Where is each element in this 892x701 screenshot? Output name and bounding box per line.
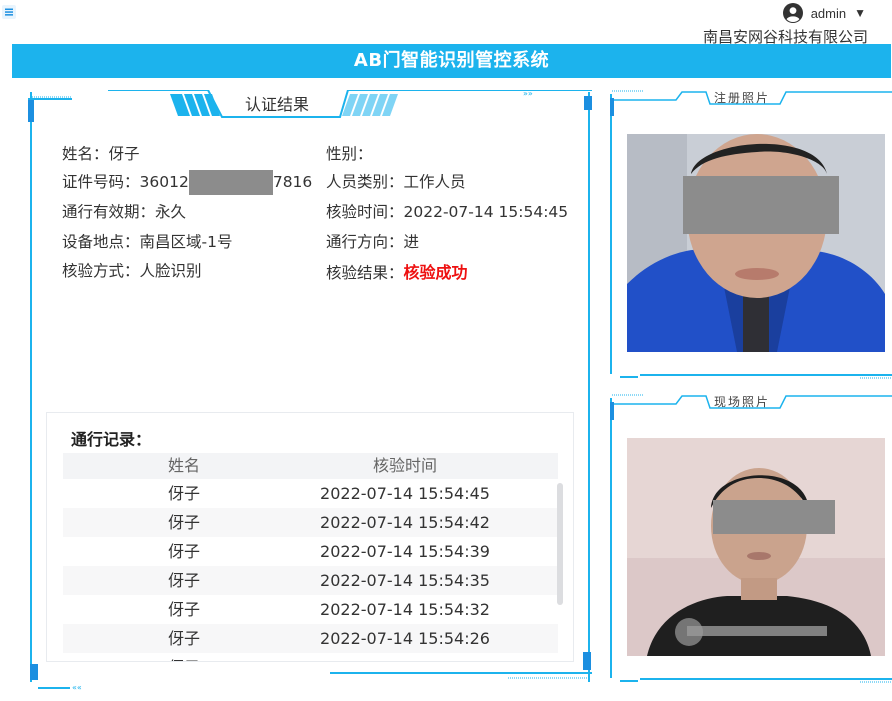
field-label: 人员类别：	[326, 173, 404, 191]
result-panel: »» «« 认证结果 姓名：伢子 性别： 证件号码：36012 7816 人员类别…	[28, 90, 592, 690]
user-menu[interactable]: admin ▼	[782, 3, 866, 23]
verify-method-field: 核验方式：人脸识别	[62, 259, 202, 281]
passage-records: 通行记录： 姓名 核验时间 伢子 2022-07-14 15:54:45 伢子 …	[46, 412, 574, 662]
validity-field: 通行有效期：永久	[62, 200, 186, 222]
field-value: 南昌区域-1号	[139, 233, 233, 251]
records-table[interactable]: 姓名 核验时间 伢子 2022-07-14 15:54:45 伢子 2022-0…	[63, 453, 558, 661]
status-badge: 核验成功	[403, 263, 468, 282]
gender-field: 性别：	[326, 142, 373, 164]
hamburger-menu-icon[interactable]	[2, 5, 16, 19]
table-row[interactable]: 伢子 2022-07-14 15:54:26	[63, 624, 558, 653]
column-header-time: 核验时间	[372, 456, 437, 475]
table-row[interactable]: 伢子 2022-07-14 15:54:39	[63, 537, 558, 566]
cell-time: 2022-07-14 15:54:39	[320, 542, 490, 561]
verify-time-field: 核验时间：2022-07-14 15:54:45	[326, 200, 568, 222]
photo-panel-title: 现场照片	[714, 395, 771, 409]
field-label: 通行方向：	[326, 233, 404, 251]
cell-time: 2022-07-14 15:54:32	[320, 600, 490, 619]
cell-name: 伢子	[167, 484, 200, 503]
cell-name: 伢子	[63, 653, 305, 661]
field-value: 伢子	[108, 145, 140, 163]
name-field: 姓名：伢子	[62, 142, 140, 164]
field-label: 性别：	[326, 145, 373, 163]
cell-name: 伢子	[167, 571, 200, 590]
svg-text:»»: »»	[523, 90, 533, 98]
cell-name: 伢子	[167, 629, 200, 648]
panel-title: 认证结果	[244, 95, 309, 114]
cell-name: 伢子	[167, 513, 200, 532]
field-value: 工作人员	[403, 173, 466, 191]
photo-panel-title: 注册照片	[714, 91, 771, 105]
field-value: 人脸识别	[139, 262, 202, 280]
live-photo	[627, 438, 885, 656]
verify-result-field: 核验结果：核验成功	[326, 259, 468, 283]
registered-photo	[627, 134, 885, 352]
cell-time: 2022-07-14 15:54:26	[320, 629, 490, 648]
user-avatar-icon	[782, 3, 803, 23]
cell-name: 伢子	[167, 600, 200, 619]
chevron-down-icon[interactable]: ▼	[854, 6, 866, 20]
registered-photo-panel: 注册照片	[610, 86, 892, 382]
table-row[interactable]: 伢子 2022-07-14 15:54:21	[63, 653, 558, 661]
field-value-prefix: 36012	[139, 173, 189, 191]
cell-name: 伢子	[167, 542, 200, 561]
field-label: 设备地点：	[62, 233, 140, 251]
redaction-box	[713, 500, 835, 534]
table-row[interactable]: 伢子 2022-07-14 15:54:32	[63, 595, 558, 624]
field-label: 姓名：	[62, 145, 109, 163]
cell-time: 2022-07-14 15:54:45	[320, 484, 490, 503]
person-category-field: 人员类别：工作人员	[326, 170, 466, 192]
field-value: 2022-07-14 15:54:45	[403, 203, 569, 221]
records-title: 通行记录：	[71, 430, 152, 449]
field-label: 证件号码：	[62, 173, 140, 191]
system-title: AB门智能识别管控系统	[12, 44, 891, 78]
cell-time: 2022-07-14 15:54:21	[305, 653, 505, 661]
id-number-field: 证件号码：36012 7816	[62, 170, 312, 195]
table-row[interactable]: 伢子 2022-07-14 15:54:45	[63, 479, 558, 508]
svg-text:««: ««	[72, 683, 82, 690]
cell-time: 2022-07-14 15:54:35	[320, 571, 490, 590]
table-row[interactable]: 伢子 2022-07-14 15:54:42	[63, 508, 558, 537]
column-header-name: 姓名	[167, 456, 200, 475]
field-label: 核验方式：	[62, 262, 140, 280]
records-scrollbar[interactable]	[557, 483, 563, 605]
top-bar: admin ▼ 南昌安网谷科技有限公司	[0, 0, 892, 46]
redaction-box	[683, 176, 839, 234]
field-value: 永久	[155, 203, 187, 221]
direction-field: 通行方向：进	[326, 230, 419, 252]
live-photo-panel: 现场照片	[610, 390, 892, 686]
field-label: 核验结果：	[326, 264, 404, 282]
cell-time: 2022-07-14 15:54:42	[320, 513, 490, 532]
table-header: 姓名 核验时间	[63, 453, 558, 479]
table-row[interactable]: 伢子 2022-07-14 15:54:35	[63, 566, 558, 595]
username: admin	[810, 5, 847, 21]
field-label: 核验时间：	[326, 203, 404, 221]
device-location-field: 设备地点：南昌区域-1号	[62, 230, 232, 252]
field-value: 进	[403, 233, 420, 251]
redaction-box	[188, 170, 273, 195]
field-value-suffix: 7816	[272, 173, 313, 191]
field-label: 通行有效期：	[62, 203, 156, 221]
